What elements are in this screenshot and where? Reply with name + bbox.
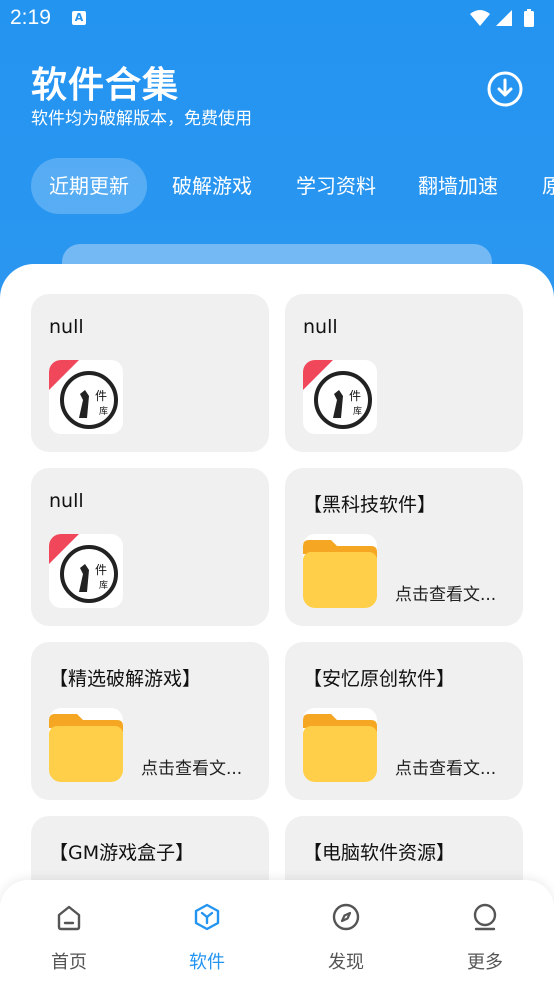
card-title: 【GM游戏盒子】 [49, 842, 195, 864]
folder-card[interactable]: 【精选破解游戏】 点击查看文... [31, 642, 269, 800]
wifi-icon [470, 10, 490, 26]
nav-discover[interactable]: 发现 [277, 880, 415, 986]
card-description: 点击查看文... [395, 759, 497, 779]
tab-cracked-games[interactable]: 破解游戏 [172, 158, 252, 214]
nav-label: 首页 [51, 952, 87, 973]
ink-logo-icon: 件 库 [303, 360, 372, 429]
compass-icon [332, 903, 360, 931]
card-title: 【电脑软件资源】 [303, 842, 456, 864]
page-title: 软件合集 [31, 65, 180, 106]
nav-software[interactable]: 软件 [138, 880, 276, 986]
category-tabs: 近期更新 破解游戏 学习资料 翻墙加速 原 [0, 158, 554, 214]
user-icon [473, 903, 497, 931]
app-logo: 件 库 [303, 360, 377, 434]
nav-label: 软件 [189, 952, 225, 973]
folder-icon [303, 708, 377, 782]
tab-recent[interactable]: 近期更新 [31, 158, 147, 214]
nav-label: 发现 [328, 952, 364, 973]
app-logo: 件 库 [49, 534, 123, 608]
status-icons [470, 9, 534, 27]
page-subtitle: 软件均为破解版本，免费使用 [31, 109, 252, 129]
folder-card[interactable]: 【黑科技软件】 点击查看文... [285, 468, 523, 626]
nav-more[interactable]: 更多 [416, 880, 554, 986]
card-title: 【安忆原创软件】 [303, 668, 456, 690]
app-logo: 件 库 [49, 360, 123, 434]
logo-text: 件 [95, 389, 107, 403]
software-card[interactable]: null 件 库 [31, 468, 269, 626]
folder-card[interactable]: 【安忆原创软件】 点击查看文... [285, 642, 523, 800]
nav-label: 更多 [467, 952, 503, 973]
card-title: 【精选破解游戏】 [49, 668, 202, 690]
signal-icon [496, 10, 512, 26]
tab-original[interactable]: 原 [542, 158, 554, 214]
svg-text:件: 件 [349, 389, 361, 403]
ink-logo-icon: 件 库 [49, 360, 118, 429]
card-description: 点击查看文... [141, 759, 243, 779]
download-icon[interactable] [486, 70, 524, 108]
bottom-navigation: 首页 软件 发现 更多 [0, 880, 554, 986]
card-title: null [49, 316, 84, 338]
status-time: 2:19 [10, 6, 51, 29]
tab-study-materials[interactable]: 学习资料 [296, 158, 376, 214]
folder-icon [49, 708, 123, 782]
status-bar: 2:19 A [0, 0, 554, 36]
card-grid: null 件 库 null 件 库 null 件 库 【黑科技软件】 点击查看文… [0, 264, 554, 986]
nav-home[interactable]: 首页 [0, 880, 138, 986]
folder-icon [303, 534, 377, 608]
notification-a-icon: A [72, 11, 86, 25]
software-card[interactable]: null 件 库 [285, 294, 523, 452]
card-title: null [49, 490, 84, 512]
card-description: 点击查看文... [395, 585, 497, 605]
box-icon [194, 903, 220, 931]
svg-text:库: 库 [353, 405, 362, 417]
tab-vpn-acceleration[interactable]: 翻墙加速 [418, 158, 498, 214]
card-title: null [303, 316, 338, 338]
card-title: 【黑科技软件】 [303, 494, 437, 516]
home-icon [57, 905, 81, 931]
ink-logo-icon: 件 库 [49, 534, 118, 603]
svg-text:件: 件 [95, 563, 107, 577]
svg-text:库: 库 [99, 405, 108, 417]
svg-text:库: 库 [99, 579, 108, 591]
software-card[interactable]: null 件 库 [31, 294, 269, 452]
battery-icon [524, 11, 534, 27]
